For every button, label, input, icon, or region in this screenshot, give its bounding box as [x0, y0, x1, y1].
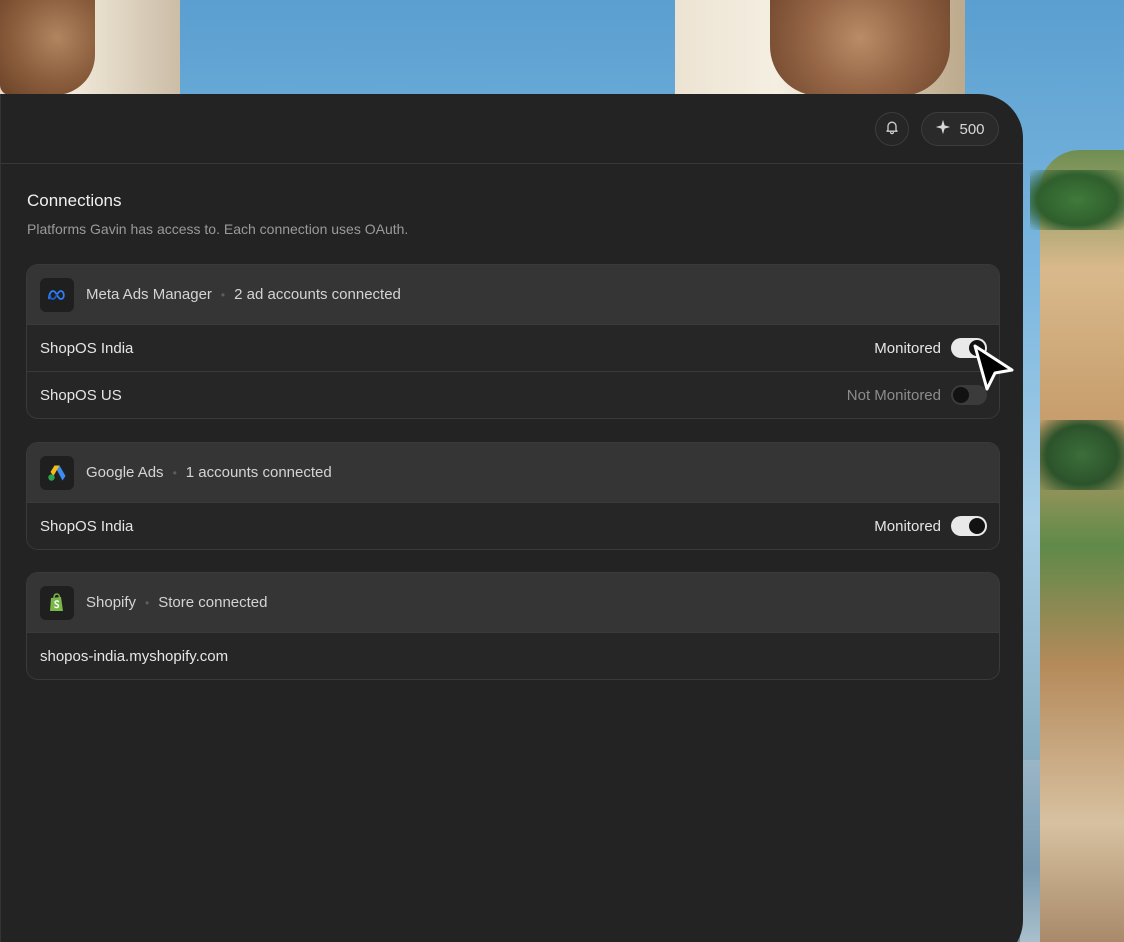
- platform-name: Shopify: [86, 594, 137, 611]
- background-capital-center: [770, 0, 950, 96]
- top-bar: 500: [1, 94, 1023, 164]
- section-subtitle: Platforms Gavin has access to. Each conn…: [27, 221, 409, 237]
- connections-panel: 500 Connections Platforms Gavin has acce…: [0, 94, 1023, 942]
- meta-connection-card: Meta Ads Manager • 2 ad accounts connect…: [26, 264, 1000, 419]
- account-name: ShopOS India: [40, 517, 134, 535]
- toggle-knob: [953, 387, 969, 403]
- background-cliff: [1040, 150, 1124, 942]
- monitor-toggle[interactable]: [951, 516, 987, 536]
- account-row: ShopOS India Monitored: [27, 502, 999, 549]
- bell-icon: [884, 119, 900, 140]
- section-title: Connections: [27, 191, 122, 210]
- mouse-cursor-icon: [968, 342, 1018, 400]
- card-header: Shopify • Store connected: [27, 573, 999, 632]
- platform-name: Meta Ads Manager: [86, 286, 212, 303]
- separator-dot: •: [172, 465, 177, 480]
- shopify-connection-card: Shopify • Store connected shopos-india.m…: [26, 572, 1000, 680]
- account-row: ShopOS India Monitored: [27, 324, 999, 371]
- card-header: Google Ads • 1 accounts connected: [27, 443, 999, 502]
- account-name: ShopOS US: [40, 386, 122, 404]
- monitor-status: Monitored: [874, 517, 941, 535]
- connection-summary: 2 ad accounts connected: [234, 286, 401, 303]
- monitor-status: Not Monitored: [846, 386, 941, 404]
- connection-summary: 1 accounts connected: [185, 464, 332, 481]
- background-tree: [1030, 170, 1124, 230]
- account-name: ShopOS India: [40, 339, 134, 357]
- platform-name: Google Ads: [86, 464, 164, 481]
- shopify-logo-icon: [40, 585, 74, 620]
- google-ads-logo-icon: [40, 455, 74, 490]
- credits-count: 500: [959, 120, 985, 138]
- card-header: Meta Ads Manager • 2 ad accounts connect…: [27, 265, 999, 324]
- meta-logo-icon: [40, 277, 74, 312]
- monitor-status: Monitored: [874, 339, 941, 357]
- store-row: shopos-india.myshopify.com: [27, 632, 999, 679]
- separator-dot: •: [145, 595, 150, 610]
- notifications-button[interactable]: [875, 112, 909, 146]
- credits-button[interactable]: 500: [921, 112, 999, 146]
- connection-summary: Store connected: [158, 594, 268, 611]
- account-row: ShopOS US Not Monitored: [27, 371, 999, 418]
- toggle-knob: [969, 518, 985, 534]
- google-ads-connection-card: Google Ads • 1 accounts connected ShopOS…: [26, 442, 1000, 550]
- separator-dot: •: [220, 287, 226, 302]
- background-capital-left: [0, 0, 95, 95]
- store-domain: shopos-india.myshopify.com: [40, 647, 229, 665]
- sparkle-icon: [935, 119, 951, 139]
- background-tree-2: [1040, 420, 1124, 490]
